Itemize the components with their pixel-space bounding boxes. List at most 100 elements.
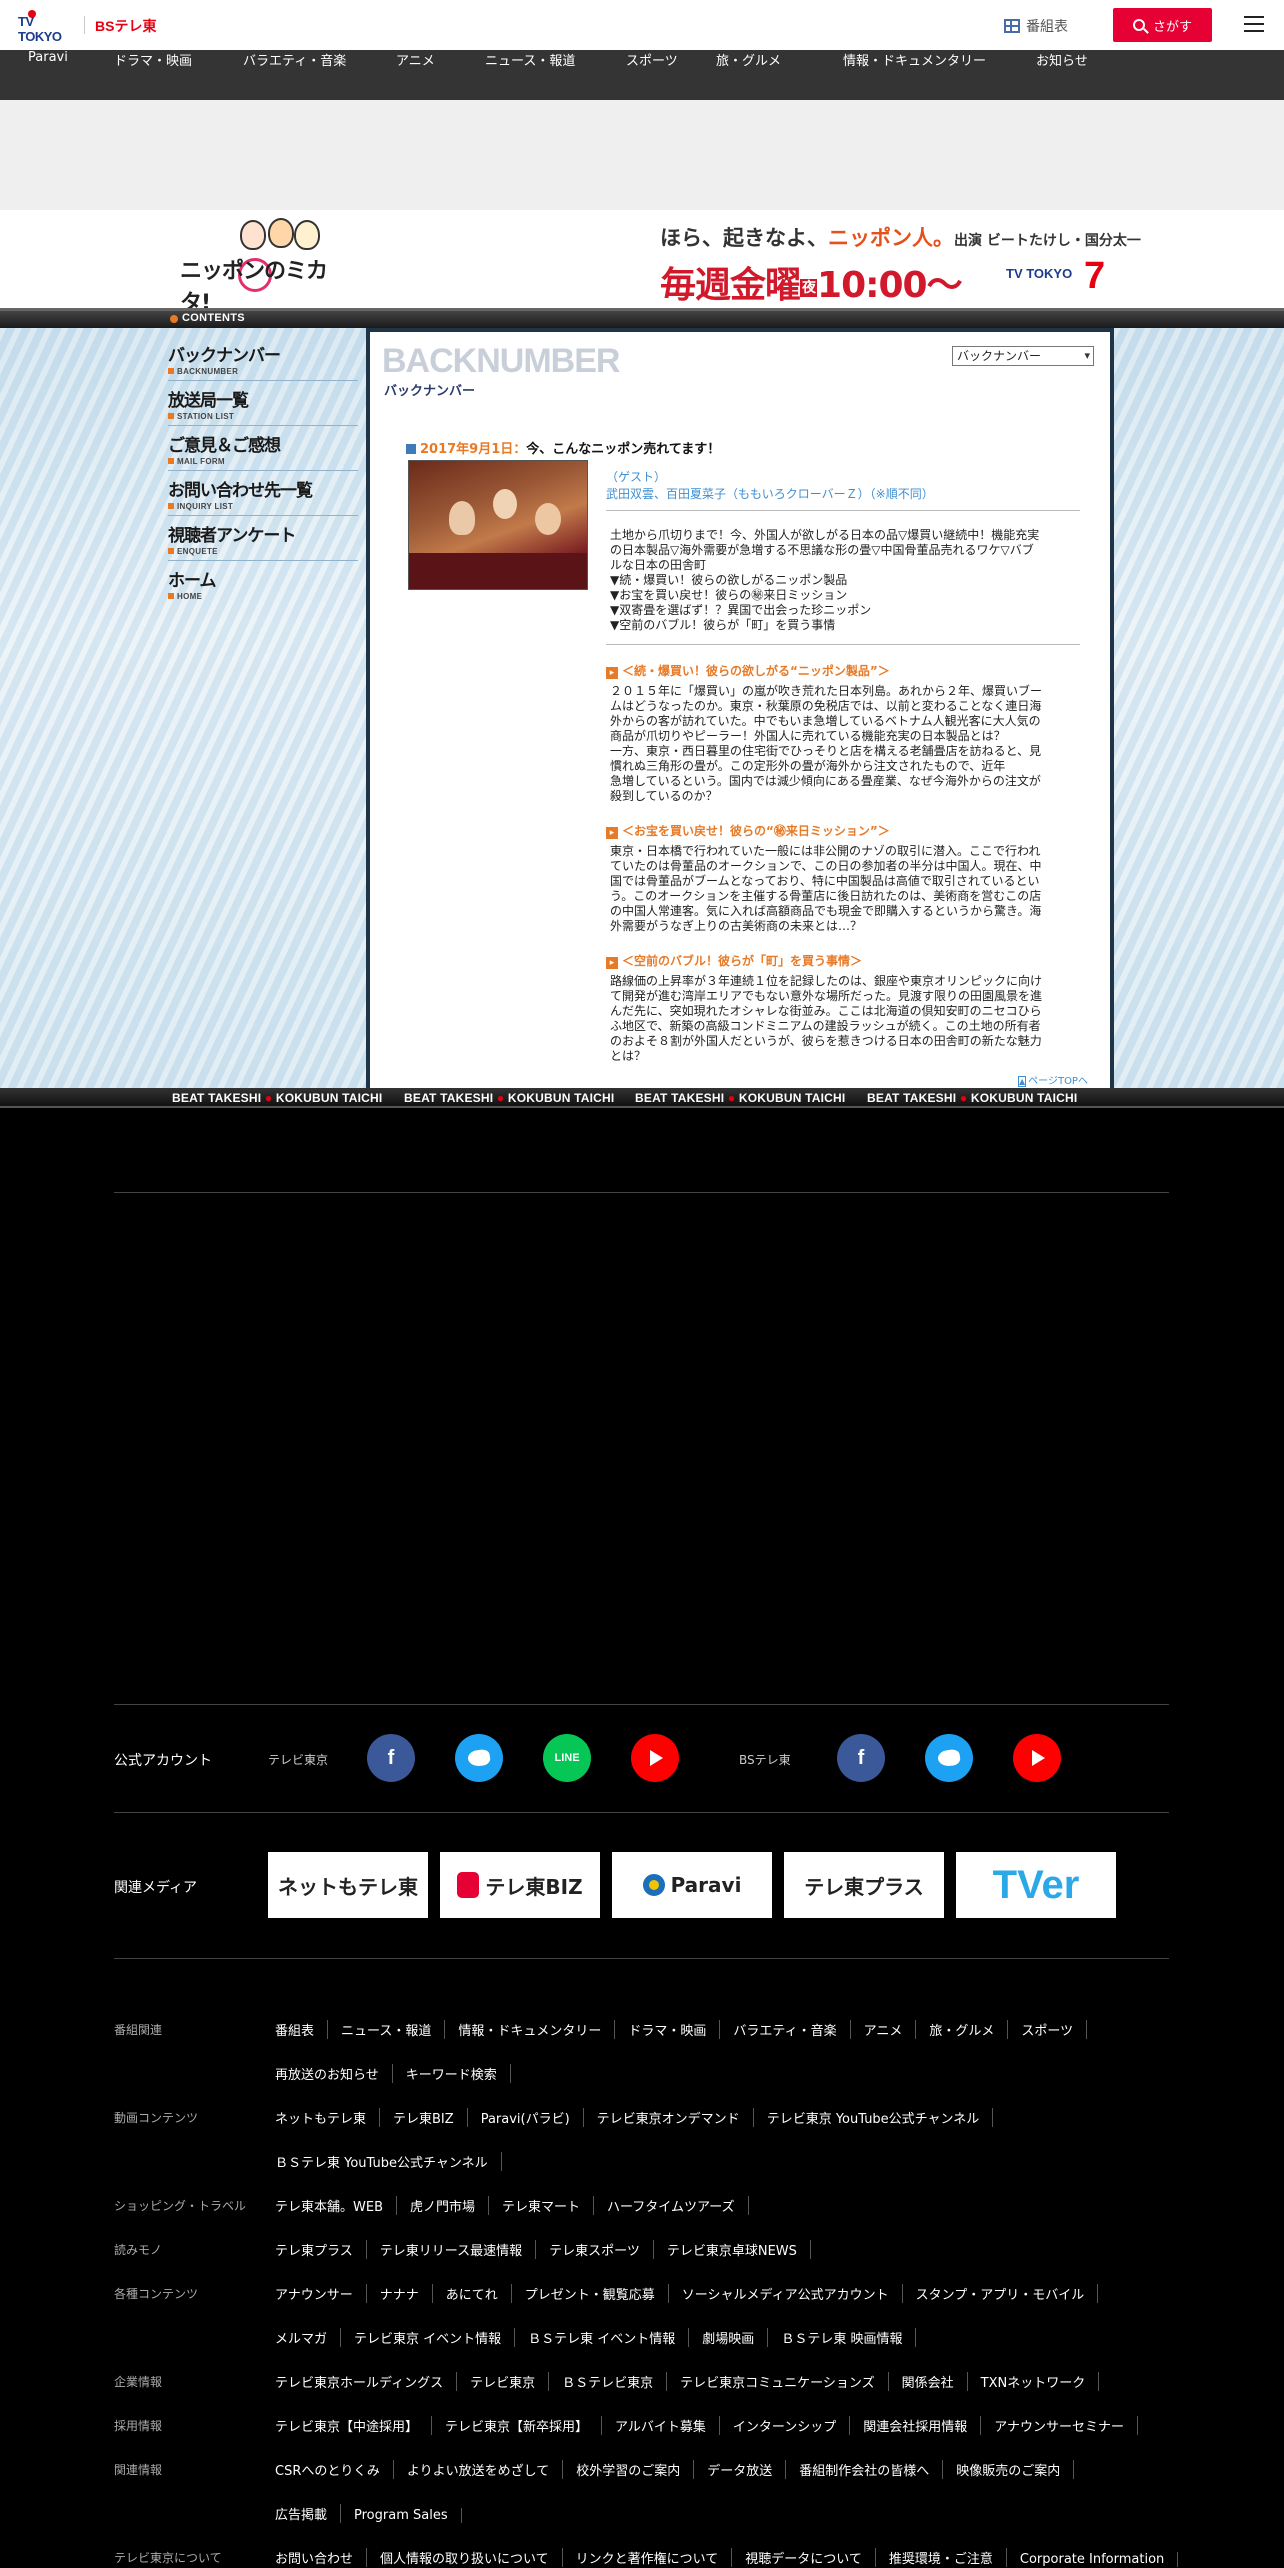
sidenav-item-mail-form[interactable]: ご意見＆ご感想 MAIL FORM bbox=[168, 426, 358, 471]
footer-link[interactable]: ＢＳテレ東 イベント情報 bbox=[528, 2328, 690, 2347]
tvt-line-icon[interactable]: LINE bbox=[543, 1734, 591, 1782]
footer-link[interactable]: CSRへのとりくみ bbox=[275, 2460, 394, 2479]
tvt-youtube-icon[interactable] bbox=[631, 1734, 679, 1782]
backnumber-select[interactable]: バックナンバー bbox=[952, 346, 1094, 366]
media-tver[interactable]: TVer bbox=[956, 1852, 1116, 1918]
footer-link[interactable]: キーワード検索 bbox=[406, 2064, 511, 2083]
footer-row-label: 企業情報 bbox=[114, 2375, 163, 2389]
search-button[interactable]: さがす bbox=[1113, 8, 1212, 42]
footer-link[interactable]: テレビ東京コミュニケーションズ bbox=[680, 2372, 889, 2391]
footer-link[interactable]: ハーフタイムツアーズ bbox=[607, 2196, 749, 2215]
footer-link[interactable]: ＢＳテレビ東京 bbox=[562, 2372, 668, 2391]
footer-link[interactable]: テレビ東京ホールディングス bbox=[275, 2372, 458, 2391]
sidenav-item-backnumber[interactable]: バックナンバー BACKNUMBER bbox=[168, 336, 358, 381]
sidenav-item-station-list[interactable]: 放送局一覧 STATION LIST bbox=[168, 381, 358, 426]
footer-link[interactable]: ソーシャルメディア公式アカウント bbox=[682, 2284, 903, 2303]
sidenav-item-inquiry-list[interactable]: お問い合わせ先一覧 INQUIRY LIST bbox=[168, 471, 358, 516]
footer-link[interactable]: テレビ東京オンデマンド bbox=[597, 2108, 754, 2127]
footer-link[interactable]: 視聴データについて bbox=[745, 2548, 876, 2567]
media-paravi[interactable]: Paravi bbox=[612, 1852, 772, 1918]
tv-guide-link[interactable]: 番組表 bbox=[1004, 16, 1068, 36]
footer-link[interactable]: 旅・グルメ bbox=[929, 2020, 1009, 2039]
footer-link[interactable]: テレビ東京【新卒採用】 bbox=[445, 2416, 603, 2435]
program-logo[interactable]: ニッポンのミカタ! bbox=[180, 218, 350, 316]
footer-link[interactable]: お問い合わせ bbox=[275, 2548, 368, 2567]
footer-link[interactable]: 関連会社採用情報 bbox=[863, 2416, 982, 2435]
media-teleto-plus[interactable]: テレ東プラス bbox=[784, 1852, 944, 1918]
footer-link[interactable]: 広告掲載 bbox=[275, 2504, 342, 2523]
footer-link[interactable]: プレゼント・観覧応募 bbox=[525, 2284, 669, 2303]
footer-link[interactable]: テレ東リリース最速情報 bbox=[380, 2240, 537, 2259]
nav-item-anime[interactable]: アニメ bbox=[396, 50, 435, 100]
footer-link[interactable]: 個人情報の取り扱いについて bbox=[380, 2548, 563, 2567]
footer-link[interactable]: Program Sales bbox=[354, 2508, 462, 2523]
footer-link[interactable]: よりよい放送をめざして bbox=[407, 2460, 564, 2479]
footer-link[interactable]: アナウンサー bbox=[275, 2284, 367, 2303]
footer-link[interactable]: Corporate Information bbox=[1020, 2552, 1179, 2567]
nav-item-variety[interactable]: バラエティ・音楽 bbox=[243, 50, 346, 100]
footer-link[interactable]: テレビ東京【中途採用】 bbox=[275, 2416, 433, 2435]
footer-link[interactable]: ネットもテレ東 bbox=[275, 2108, 381, 2127]
tv-tokyo-7-mark: TV TOKYO 7 bbox=[1006, 256, 1116, 302]
footer-link[interactable]: 映像販売のご案内 bbox=[956, 2460, 1075, 2479]
footer-link[interactable]: アナウンサーセミナー bbox=[994, 2416, 1139, 2435]
footer-link[interactable]: テレビ東京 YouTube公式チャンネル bbox=[767, 2108, 994, 2127]
menu-hamburger-icon[interactable] bbox=[1244, 16, 1264, 32]
media-netmoteleto[interactable]: ネットもテレ東 bbox=[268, 1852, 428, 1918]
footer-link[interactable]: アルバイト募集 bbox=[615, 2416, 720, 2435]
footer-link[interactable]: アニメ bbox=[864, 2020, 917, 2039]
footer-link[interactable]: 校外学習のご案内 bbox=[576, 2460, 695, 2479]
sidenav-item-enquete[interactable]: 視聴者アンケート ENQUETE bbox=[168, 516, 358, 561]
nav-item-documentary[interactable]: 情報・ドキュメンタリー bbox=[843, 50, 986, 100]
nav-item-sports[interactable]: スポーツ bbox=[626, 50, 678, 100]
footer-link[interactable]: ニュース・報道 bbox=[341, 2020, 446, 2039]
bs-tv-tokyo-logo[interactable]: BSテレ東 bbox=[95, 16, 156, 36]
footer-link[interactable]: テレ東本舗。WEB bbox=[275, 2196, 397, 2215]
footer-row-label: 各種コンテンツ bbox=[114, 2287, 199, 2301]
nav-item-travel[interactable]: 旅・グルメ bbox=[716, 50, 781, 100]
footer-link[interactable]: テレビ東京卓球NEWS bbox=[667, 2240, 811, 2259]
footer-link[interactable]: 再放送のお知らせ bbox=[275, 2064, 393, 2083]
footer-link[interactable]: スポーツ bbox=[1021, 2020, 1088, 2039]
footer-link[interactable]: テレ東マート bbox=[502, 2196, 595, 2215]
nav-item-paravi[interactable]: Paravi bbox=[28, 50, 68, 100]
footer-link[interactable]: 推奨環境・ご注意 bbox=[889, 2548, 1007, 2567]
media-teleto-biz[interactable]: テレ東BIZ bbox=[440, 1852, 600, 1918]
footer-link[interactable]: テレ東プラス bbox=[275, 2240, 367, 2259]
footer-link[interactable]: 関係会社 bbox=[902, 2372, 968, 2391]
footer-link[interactable]: ＢＳテレ東 YouTube公式チャンネル bbox=[275, 2152, 502, 2171]
footer-link[interactable]: ＢＳテレ東 映画情報 bbox=[781, 2328, 917, 2347]
footer-link[interactable]: メルマガ bbox=[275, 2328, 342, 2347]
footer-link[interactable]: テレビ東京 イベント情報 bbox=[354, 2328, 516, 2347]
thumbnail-table bbox=[409, 553, 587, 589]
footer-link[interactable]: バラエティ・音楽 bbox=[733, 2020, 851, 2039]
footer-link[interactable]: リンクと著作権について bbox=[576, 2548, 733, 2567]
footer-link[interactable]: Paravi(パラビ) bbox=[481, 2108, 584, 2127]
nav-item-news[interactable]: ニュース・報道 bbox=[485, 50, 575, 100]
sidenav-item-home[interactable]: ホーム HOME bbox=[168, 561, 358, 606]
tvt-facebook-icon[interactable]: f bbox=[367, 1734, 415, 1782]
footer-link[interactable]: あにてれ bbox=[446, 2284, 512, 2303]
footer-link[interactable]: 情報・ドキュメンタリー bbox=[458, 2020, 616, 2039]
footer-link[interactable]: データ放送 bbox=[707, 2460, 787, 2479]
nav-item-notice[interactable]: お知らせ bbox=[1036, 50, 1088, 100]
page-top-link[interactable]: ページTOPへ bbox=[1018, 1072, 1088, 1087]
footer-link[interactable]: 虎ノ門市場 bbox=[410, 2196, 490, 2215]
footer-link[interactable]: TXNネットワーク bbox=[981, 2372, 1100, 2391]
footer-link[interactable]: テレビ東京 bbox=[470, 2372, 550, 2391]
footer-link[interactable]: 劇場映画 bbox=[702, 2328, 769, 2347]
footer-link[interactable]: テレ東BIZ bbox=[393, 2108, 468, 2127]
tvt-twitter-icon[interactable] bbox=[455, 1734, 503, 1782]
footer-link[interactable]: ドラマ・映画 bbox=[628, 2020, 721, 2039]
bs-facebook-icon[interactable]: f bbox=[837, 1734, 885, 1782]
footer-link[interactable]: 番組制作会社の皆様へ bbox=[799, 2460, 944, 2479]
footer-link[interactable]: スタンプ・アプリ・モバイル bbox=[916, 2284, 1099, 2303]
tv-tokyo-logo[interactable]: TV TOKYO bbox=[18, 10, 80, 44]
footer-link[interactable]: インターンシップ bbox=[733, 2416, 851, 2435]
bs-twitter-icon[interactable] bbox=[925, 1734, 973, 1782]
nav-item-drama[interactable]: ドラマ・映画 bbox=[114, 50, 192, 100]
footer-link[interactable]: 番組表 bbox=[275, 2020, 329, 2039]
footer-link[interactable]: テレ東スポーツ bbox=[549, 2240, 654, 2259]
bs-youtube-icon[interactable] bbox=[1013, 1734, 1061, 1782]
footer-link[interactable]: ナナナ bbox=[380, 2284, 433, 2303]
